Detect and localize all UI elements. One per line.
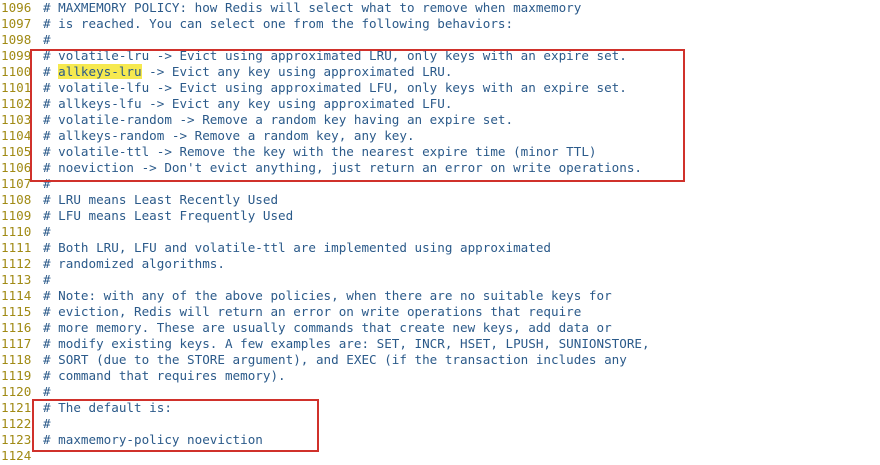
line-text: #: [43, 224, 51, 239]
line-number: 1108: [1, 192, 32, 207]
code-editor[interactable]: 1096 # MAXMEMORY POLICY: how Redis will s…: [0, 0, 880, 465]
line-text: # Note: with any of the above policies, …: [43, 288, 612, 303]
line-text: # randomized algorithms.: [43, 256, 225, 271]
line-text: # allkeys-lru -> Evict any key using app…: [43, 64, 452, 80]
line-number: 1099: [1, 48, 32, 63]
line-number: 1098: [1, 32, 32, 47]
line-number: 1109: [1, 208, 32, 223]
line-text: # eviction, Redis will return an error o…: [43, 304, 582, 319]
line-text-prefix: #: [43, 64, 59, 79]
line-number: 1123: [1, 432, 32, 447]
line-text: # command that requires memory).: [43, 368, 286, 383]
line-text: # Both LRU, LFU and volatile-ttl are imp…: [43, 240, 551, 255]
line-text: #: [43, 384, 51, 399]
line-text: #: [43, 416, 51, 431]
line-number: 1100: [1, 64, 32, 79]
search-highlight: allkeys-lru: [58, 64, 142, 79]
line-number: 1121: [1, 400, 32, 415]
line-text: # modify existing keys. A few examples a…: [43, 336, 650, 351]
line-text: # The default is:: [43, 400, 172, 415]
line-text: # more memory. These are usually command…: [43, 320, 612, 335]
line-text: # allkeys-lfu -> Evict any key using app…: [43, 96, 453, 111]
line-text: # LFU means Least Frequently Used: [43, 208, 294, 223]
line-text: # volatile-lru -> Evict using approximat…: [43, 48, 627, 63]
line-number: 1101: [1, 80, 32, 95]
line-text: # LRU means Least Recently Used: [43, 192, 279, 207]
line-number: 1115: [1, 304, 32, 319]
line-text: #: [43, 176, 51, 191]
line-text: #: [43, 32, 51, 47]
line-number: 1097: [1, 16, 32, 31]
line-number: 1112: [1, 256, 32, 271]
line-text: # SORT (due to the STORE argument), and …: [43, 352, 627, 367]
line-text: # volatile-lfu -> Evict using approximat…: [43, 80, 627, 95]
line-number: 1111: [1, 240, 32, 255]
line-number: 1103: [1, 112, 32, 127]
line-number: 1118: [1, 352, 32, 367]
line-text: # maxmemory-policy noeviction: [43, 432, 263, 447]
line-number: 1119: [1, 368, 32, 383]
line-text: # volatile-random -> Remove a random key…: [43, 112, 514, 127]
line-number: 1124: [1, 448, 32, 463]
line-number: 1120: [1, 384, 32, 399]
line-number: 1107: [1, 176, 32, 191]
line-number: 1102: [1, 96, 32, 111]
line-number: 1116: [1, 320, 32, 335]
line-number: 1117: [1, 336, 32, 351]
line-number: 1096: [1, 0, 32, 15]
line-number: 1114: [1, 288, 32, 303]
line-number: 1105: [1, 144, 32, 159]
line-number: 1110: [1, 224, 32, 239]
line-text: # volatile-ttl -> Remove the key with th…: [43, 144, 597, 159]
line-number: 1106: [1, 160, 32, 175]
line-text: # allkeys-random -> Remove a random key,…: [43, 128, 415, 143]
line-text: # is reached. You can select one from th…: [43, 16, 514, 31]
line-number: 1113: [1, 272, 32, 287]
line-text: #: [43, 272, 51, 287]
line-number: 1122: [1, 416, 32, 431]
line-text-suffix: -> Evict any key using approximated LRU.: [141, 64, 453, 79]
line-text: # MAXMEMORY POLICY: how Redis will selec…: [43, 0, 582, 15]
line-text: # noeviction -> Don't evict anything, ju…: [43, 160, 642, 175]
line-number: 1104: [1, 128, 32, 143]
